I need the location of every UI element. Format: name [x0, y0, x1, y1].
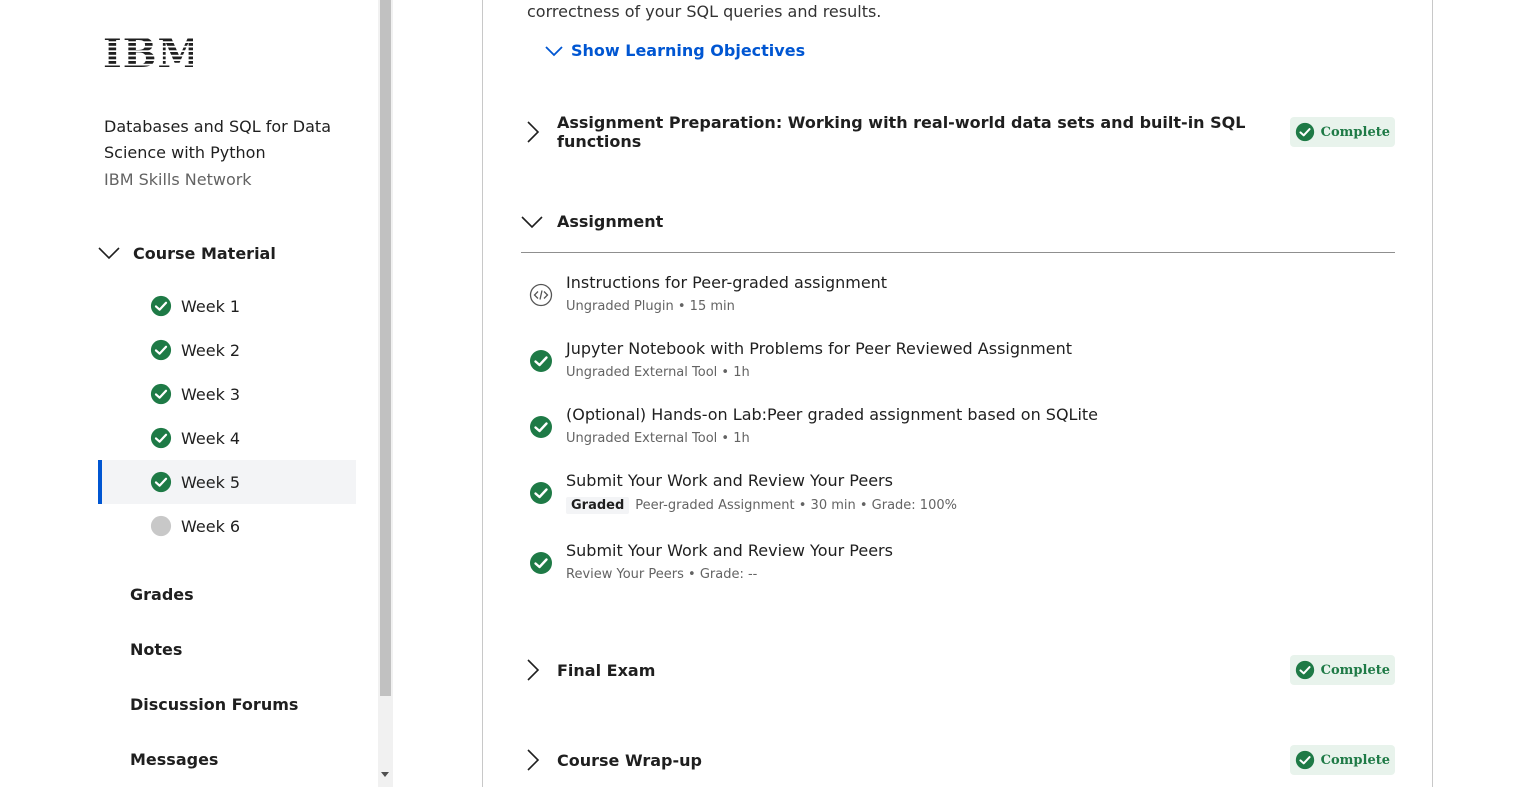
course-org: IBM Skills Network	[104, 170, 252, 189]
chevron-down-icon	[98, 247, 120, 260]
module-description: correctness of your SQL queries and resu…	[527, 2, 882, 21]
check-circle-icon	[529, 481, 553, 505]
item-title: Instructions for Peer-graded assignment	[566, 273, 888, 292]
chevron-right-icon	[527, 659, 540, 681]
status-label: Complete	[1320, 752, 1390, 768]
chevron-down-icon	[545, 45, 563, 56]
nav-messages[interactable]: Messages	[130, 750, 218, 769]
status-label: Complete	[1320, 662, 1390, 678]
week-label: Week 5	[181, 472, 241, 492]
section-final-exam[interactable]: Final Exam Complete	[521, 650, 1395, 690]
list-item-jupyter-notebook[interactable]: Jupyter Notebook with Problems for Peer …	[529, 339, 1389, 389]
section-assignment-preparation[interactable]: Assignment Preparation: Working with rea…	[521, 112, 1395, 152]
check-circle-icon	[1295, 750, 1315, 770]
week-label: Week 4	[181, 428, 241, 448]
check-circle-icon	[529, 349, 553, 373]
chevron-right-icon	[527, 749, 540, 771]
list-item-instructions[interactable]: Instructions for Peer-graded assignment …	[529, 273, 1389, 323]
section-title: Course Wrap-up	[557, 750, 702, 770]
section-course-wrap-up[interactable]: Course Wrap-up Complete	[521, 740, 1395, 780]
svg-text:IBM: IBM	[103, 34, 193, 70]
incomplete-circle-icon	[150, 515, 172, 537]
nav-discussion-forums[interactable]: Discussion Forums	[130, 695, 298, 714]
check-circle-icon	[529, 551, 553, 575]
course-material-label: Course Material	[133, 243, 276, 263]
section-title: Assignment Preparation: Working with rea…	[557, 113, 1246, 151]
status-badge: Complete	[1289, 655, 1395, 685]
code-plugin-icon	[529, 283, 553, 307]
week-content-panel: correctness of your SQL queries and resu…	[482, 0, 1433, 787]
item-meta-text: Ungraded External Tool • 1h	[566, 365, 750, 380]
section-title: Assignment	[557, 211, 664, 231]
check-circle-icon	[150, 339, 172, 361]
nav-notes[interactable]: Notes	[130, 640, 182, 659]
nav-grades[interactable]: Grades	[130, 585, 194, 604]
sidebar-item-week-6[interactable]: Week 6	[98, 504, 356, 548]
check-circle-icon	[1295, 122, 1315, 142]
week-label: Week 6	[181, 516, 241, 536]
item-meta: Review Your Peers • Grade: --	[566, 567, 757, 582]
item-title: (Optional) Hands-on Lab:Peer graded assi…	[566, 405, 1099, 424]
section-assignment[interactable]: Assignment	[521, 201, 1395, 241]
check-circle-icon	[150, 295, 172, 317]
item-meta: Ungraded Plugin • 15 min	[566, 299, 735, 314]
week-label: Week 2	[181, 340, 241, 360]
course-title[interactable]: Databases and SQL for Data Science with …	[104, 114, 354, 166]
item-meta: Ungraded External Tool • 1h	[566, 431, 750, 446]
sidebar-item-week-5[interactable]: Week 5	[98, 460, 356, 504]
item-meta-text: Ungraded External Tool • 1h	[566, 431, 750, 446]
graded-tag: Graded	[566, 497, 630, 514]
check-circle-icon	[150, 383, 172, 405]
sidebar-item-week-4[interactable]: Week 4	[98, 416, 356, 460]
section-divider	[521, 252, 1395, 253]
status-badge: Complete	[1289, 117, 1395, 147]
course-sidebar: IBM Databases and SQL for Data Science w…	[0, 0, 378, 787]
chevron-right-icon	[527, 121, 540, 143]
sidebar-item-week-2[interactable]: Week 2	[98, 328, 356, 372]
item-meta: Ungraded External Tool • 1h	[566, 365, 750, 380]
week-label: Week 3	[181, 384, 241, 404]
chevron-down-icon	[521, 216, 543, 229]
check-circle-icon	[150, 427, 172, 449]
show-learning-objectives-label: Show Learning Objectives	[571, 41, 806, 60]
check-circle-icon	[150, 471, 172, 493]
list-item-optional-lab[interactable]: (Optional) Hands-on Lab:Peer graded assi…	[529, 405, 1389, 455]
scroll-down-arrow-icon[interactable]	[381, 772, 389, 777]
item-title: Submit Your Work and Review Your Peers	[566, 541, 893, 560]
item-meta-text: Ungraded Plugin • 15 min	[566, 299, 735, 314]
list-item-submit-work[interactable]: Submit Your Work and Review Your Peers G…	[529, 471, 1389, 521]
list-item-review-peers[interactable]: Submit Your Work and Review Your Peers R…	[529, 541, 1389, 591]
check-circle-icon	[1295, 660, 1315, 680]
show-learning-objectives-button[interactable]: Show Learning Objectives	[545, 41, 805, 60]
section-title: Final Exam	[557, 660, 656, 680]
sidebar-item-week-1[interactable]: Week 1	[98, 284, 356, 328]
item-meta-text: Peer-graded Assignment • 30 min • Grade:…	[635, 498, 957, 513]
status-label: Complete	[1320, 124, 1390, 140]
item-meta-text: Review Your Peers • Grade: --	[566, 567, 758, 582]
week-label: Week 1	[181, 296, 241, 316]
check-circle-icon	[529, 415, 553, 439]
scrollbar-thumb[interactable]	[380, 0, 391, 696]
course-material-toggle[interactable]: Course Material	[98, 240, 276, 266]
sidebar-scrollbar[interactable]	[378, 0, 393, 787]
week-list: Week 1 Week 2 Week 3 Week 4 Week 5 Week …	[98, 284, 356, 548]
sidebar-item-week-3[interactable]: Week 3	[98, 372, 356, 416]
status-badge: Complete	[1289, 745, 1395, 775]
item-meta: Graded Peer-graded Assignment • 30 min •…	[566, 497, 957, 514]
item-title: Jupyter Notebook with Problems for Peer …	[566, 339, 1072, 358]
item-title: Submit Your Work and Review Your Peers	[566, 471, 893, 490]
ibm-logo[interactable]: IBM	[103, 30, 202, 77]
